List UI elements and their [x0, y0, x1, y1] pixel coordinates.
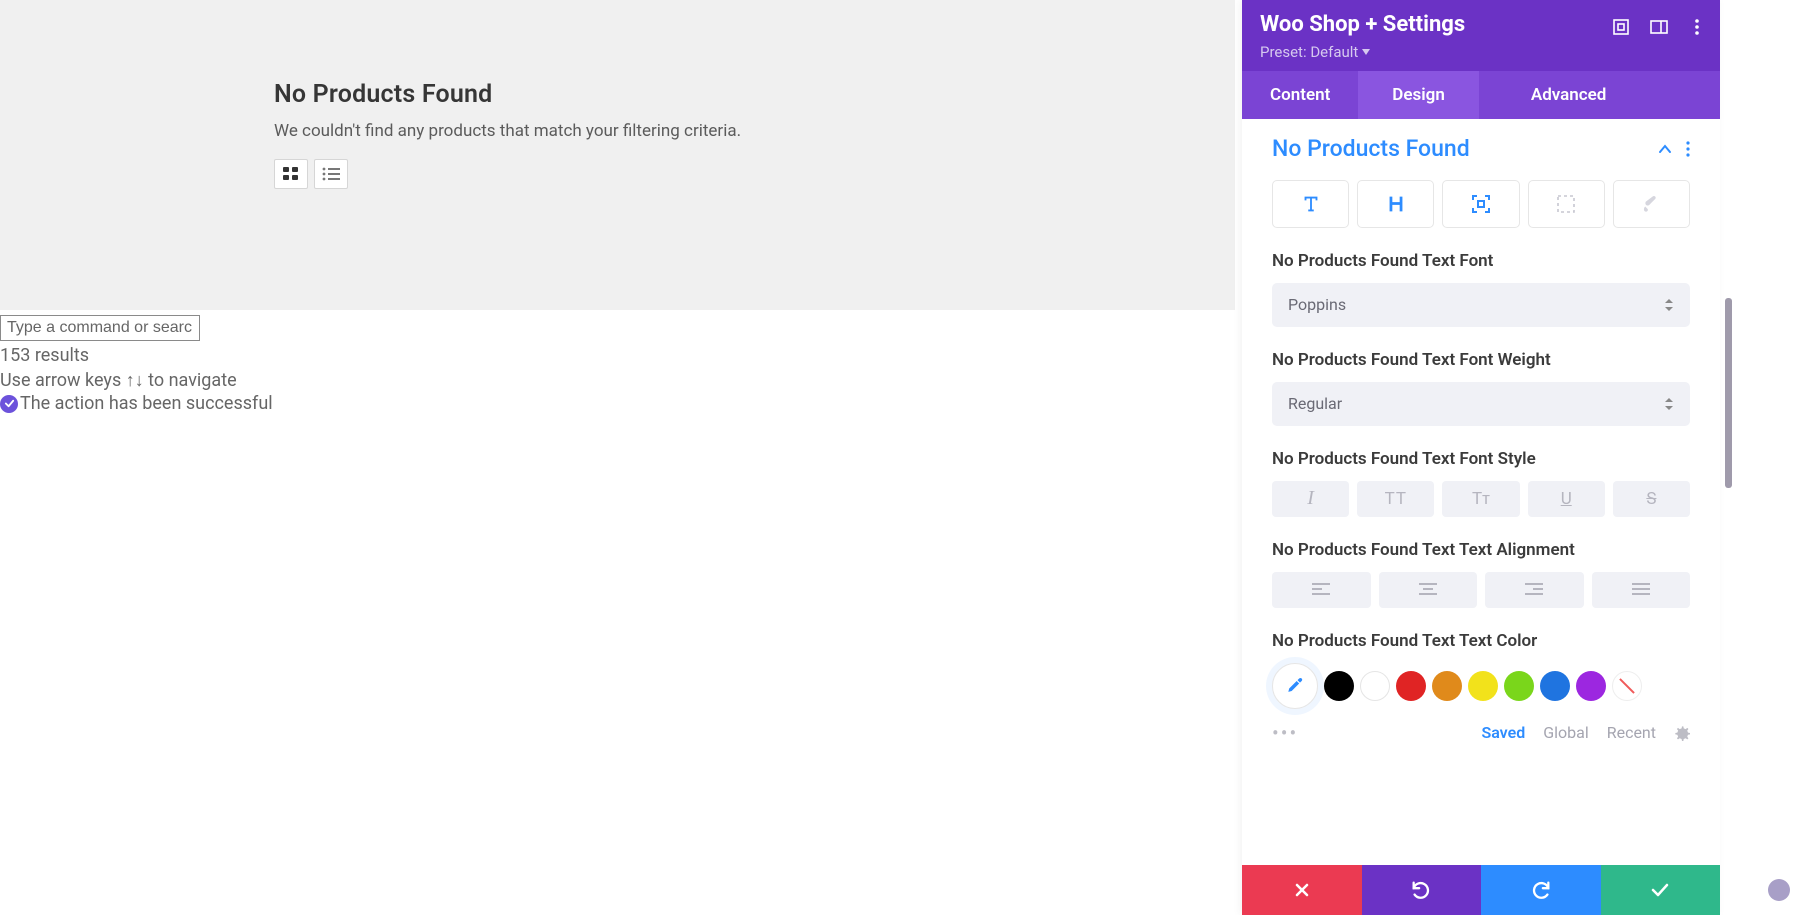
section-title[interactable]: No Products Found	[1272, 135, 1470, 162]
weight-label: No Products Found Text Font Weight	[1272, 349, 1690, 372]
color-swatch-red[interactable]	[1396, 671, 1426, 701]
color-swatch-orange[interactable]	[1432, 671, 1462, 701]
font-value: Poppins	[1288, 295, 1346, 314]
preset-label: Preset: Default	[1260, 43, 1358, 61]
color-swatch-purple[interactable]	[1576, 671, 1606, 701]
sidebar-toggle-icon[interactable]	[1650, 18, 1668, 36]
no-products-subtitle: We couldn't find any products that match…	[274, 121, 1235, 141]
undo-button[interactable]	[1362, 865, 1482, 915]
color-tab-saved[interactable]: Saved	[1481, 723, 1525, 742]
style-italic-button[interactable]: I	[1272, 481, 1349, 517]
color-swatch-blue[interactable]	[1540, 671, 1570, 701]
color-tab-recent[interactable]: Recent	[1607, 723, 1656, 742]
command-input[interactable]	[0, 315, 200, 341]
command-nav-hint: Use arrow keys ↑↓ to navigate	[0, 370, 1235, 391]
more-colors-button[interactable]: •••	[1272, 721, 1298, 745]
save-button[interactable]	[1601, 865, 1721, 915]
align-left-button[interactable]	[1272, 572, 1371, 608]
tab-advanced[interactable]: Advanced	[1479, 71, 1659, 119]
weight-select[interactable]: Regular	[1272, 382, 1690, 426]
cancel-button[interactable]	[1242, 865, 1362, 915]
font-label: No Products Found Text Font	[1272, 250, 1690, 273]
style-underline-button[interactable]: U	[1528, 481, 1605, 517]
view-grid-button[interactable]	[274, 159, 308, 189]
panel-header: Woo Shop + Settings Preset: Default	[1242, 0, 1720, 71]
color-settings-icon[interactable]	[1674, 725, 1690, 741]
section-more-icon[interactable]	[1686, 141, 1690, 157]
style-label: No Products Found Text Font Style	[1272, 448, 1690, 471]
align-right-button[interactable]	[1485, 572, 1584, 608]
color-tab-global[interactable]: Global	[1543, 723, 1589, 742]
view-list-button[interactable]	[314, 159, 348, 189]
panel-body: No Products Found No Products Found Text…	[1242, 119, 1720, 865]
redo-button[interactable]	[1481, 865, 1601, 915]
success-icon	[0, 395, 18, 413]
style-smallcaps-button[interactable]: Tᴛ	[1442, 481, 1519, 517]
scrollbar-thumb[interactable]	[1725, 298, 1732, 488]
color-swatch-black[interactable]	[1324, 671, 1354, 701]
tab-design[interactable]: Design	[1358, 71, 1479, 119]
more-icon[interactable]	[1688, 18, 1706, 36]
font-select[interactable]: Poppins	[1272, 283, 1690, 327]
color-label: No Products Found Text Text Color	[1272, 630, 1690, 653]
heading-mode-button[interactable]	[1357, 180, 1434, 228]
command-area: 153 results Use arrow keys ↑↓ to navigat…	[0, 315, 1235, 414]
focus-mode-button[interactable]	[1442, 180, 1519, 228]
style-strike-button[interactable]: S	[1613, 481, 1690, 517]
text-mode-button[interactable]	[1272, 180, 1349, 228]
preview-canvas: No Products Found We couldn't find any p…	[0, 0, 1235, 310]
tab-content[interactable]: Content	[1242, 71, 1358, 119]
settings-panel: Woo Shop + Settings Preset: Default Cont…	[1242, 0, 1720, 915]
color-swatch-yellow[interactable]	[1468, 671, 1498, 701]
brush-mode-button[interactable]	[1613, 180, 1690, 228]
preset-dropdown[interactable]: Preset: Default	[1260, 43, 1702, 61]
weight-value: Regular	[1288, 394, 1342, 413]
collapse-icon[interactable]	[1658, 144, 1672, 154]
align-justify-button[interactable]	[1592, 572, 1691, 608]
command-status-text: The action has been successful	[20, 393, 273, 414]
expand-icon[interactable]	[1612, 18, 1630, 36]
color-swatch-white[interactable]	[1360, 671, 1390, 701]
align-center-button[interactable]	[1379, 572, 1478, 608]
style-uppercase-button[interactable]: TT	[1357, 481, 1434, 517]
no-products-title: No Products Found	[274, 80, 1235, 109]
align-label: No Products Found Text Text Alignment	[1272, 539, 1690, 562]
eyedropper-button[interactable]	[1272, 663, 1318, 709]
command-results-count: 153 results	[0, 345, 1235, 366]
help-fab[interactable]	[1768, 879, 1790, 901]
color-swatch-none[interactable]	[1612, 671, 1642, 701]
selection-mode-button[interactable]	[1528, 180, 1605, 228]
color-swatch-green[interactable]	[1504, 671, 1534, 701]
